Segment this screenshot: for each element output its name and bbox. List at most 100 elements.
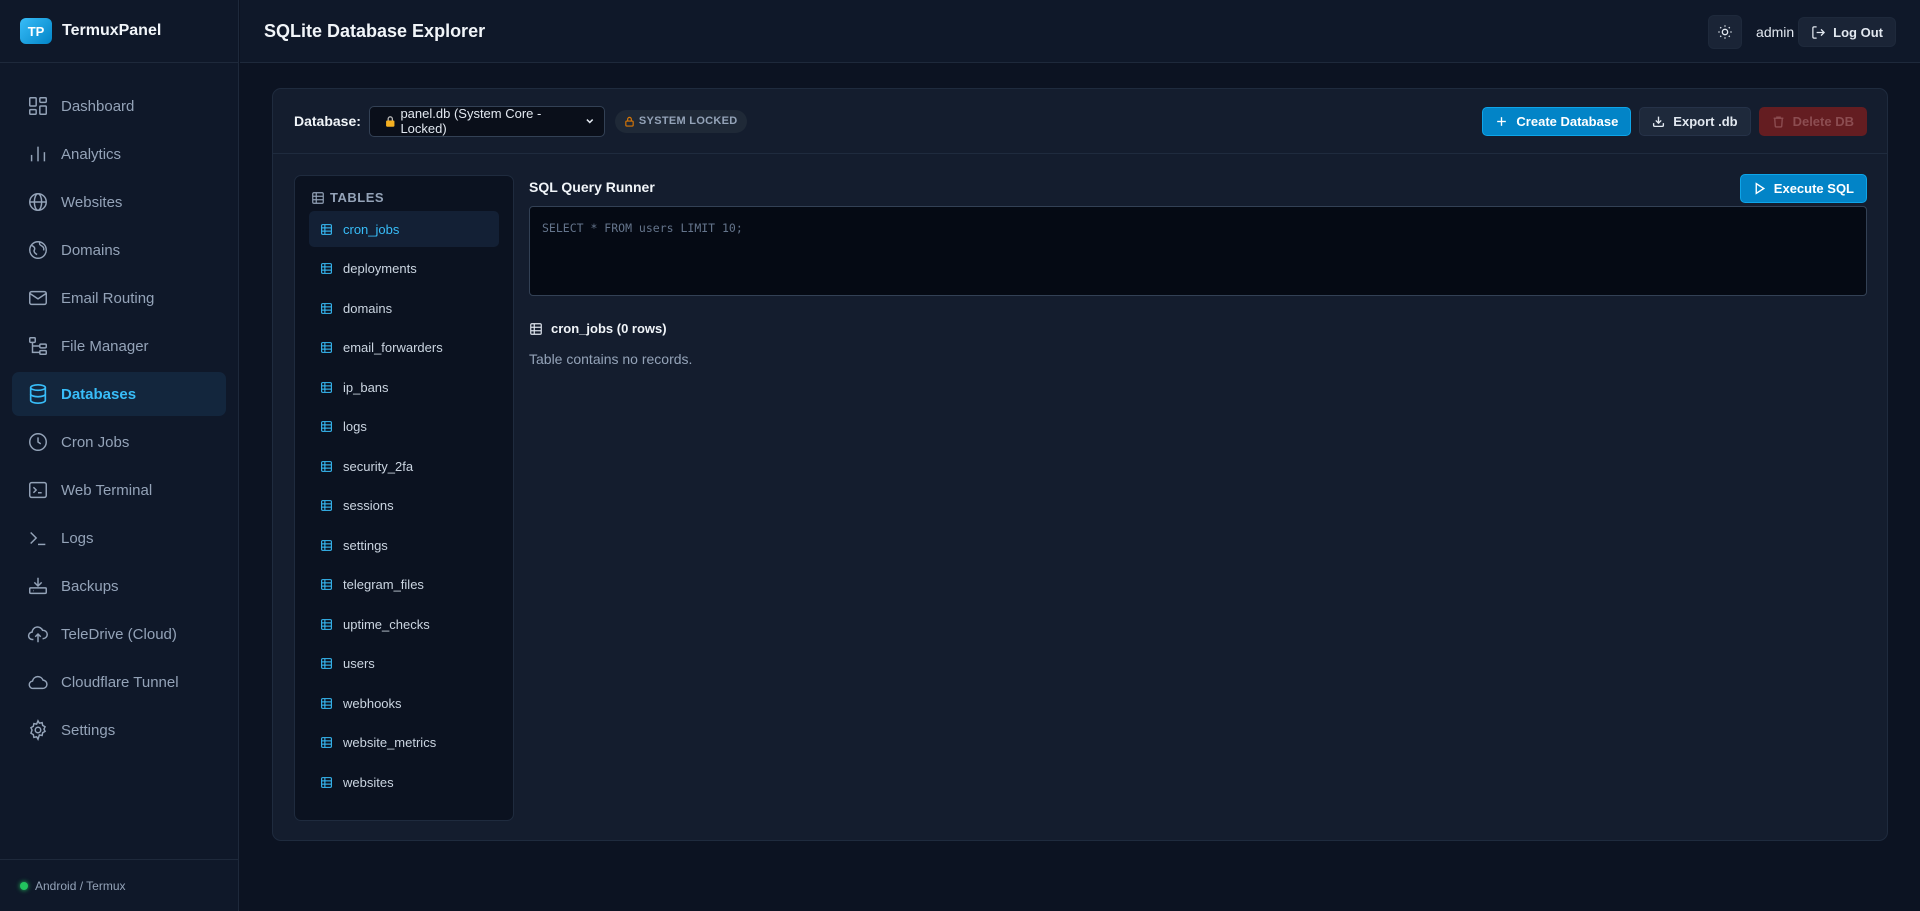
platform-status: Android / Termux (35, 878, 126, 893)
table-item-label: webhooks (343, 695, 402, 711)
execute-sql-label: Execute SQL (1773, 181, 1854, 196)
table-item-domains[interactable]: domains (309, 290, 499, 326)
table-item-websites[interactable]: websites (309, 764, 499, 800)
table-item-website-metrics[interactable]: website_metrics (309, 725, 499, 761)
lock-icon (386, 115, 395, 127)
sidebar-item-cloudflare-tunnel[interactable]: Cloudflare Tunnel (12, 660, 226, 704)
sidebar-item-cron-jobs[interactable]: Cron Jobs (12, 420, 226, 464)
table-item-ip-bans[interactable]: ip_bans (309, 369, 499, 405)
sidebar-item-databases[interactable]: Databases (12, 372, 226, 416)
table-item-label: deployments (343, 261, 417, 276)
table-icon (312, 191, 324, 204)
sidebar: TP TermuxPanel Dashboard Analytics Websi… (0, 0, 239, 911)
prompt-icon (30, 531, 46, 546)
result-title-label: cron_jobs (0 rows) (551, 321, 667, 336)
sidebar-item-email-routing[interactable]: Email Routing (12, 276, 226, 320)
backup-icon (29, 577, 47, 595)
plus-icon (1497, 117, 1507, 126)
cloud-upload-icon (27, 626, 48, 643)
database-select-value: panel.db (System Core - Locked) (400, 106, 542, 136)
brand[interactable]: TP TermuxPanel (0, 0, 238, 63)
table-item-cron-jobs[interactable]: cron_jobs (309, 211, 499, 247)
table-item-label: ip_bans (343, 379, 389, 395)
sidebar-item-label: Databases (61, 385, 137, 403)
table-item-logs[interactable]: logs (309, 409, 499, 445)
toolbar-actions: Create Database Export .db Delete DB (1474, 107, 1867, 136)
sidebar-item-label: Cron Jobs (61, 433, 130, 451)
table-item-webhooks[interactable]: webhooks (309, 685, 499, 721)
dashboard-icon (29, 97, 47, 115)
export-db-button[interactable]: Export .db (1639, 107, 1751, 136)
sidebar-item-domains[interactable]: Domains (12, 228, 226, 272)
create-database-label: Create Database (1516, 114, 1619, 129)
sidebar-item-settings[interactable]: Settings (12, 708, 226, 752)
globe-icon (29, 193, 47, 211)
table-icon (321, 658, 332, 669)
header-actions: admin Log Out (1708, 15, 1896, 49)
sidebar-item-label: Analytics (61, 145, 122, 163)
table-icon (530, 322, 542, 335)
sidebar-nav: Dashboard Analytics Websites Domains Ema… (0, 63, 238, 752)
delete-db-label: Delete DB (1792, 114, 1854, 129)
sidebar-item-websites[interactable]: Websites (12, 180, 226, 224)
table-item-email-forwarders[interactable]: email_forwarders (309, 330, 499, 366)
table-item-label: email_forwarders (343, 340, 443, 355)
brand-logo: TP (20, 18, 52, 44)
sidebar-item-web-terminal[interactable]: Web Terminal (12, 468, 226, 512)
table-item-label: cron_jobs (343, 221, 400, 237)
sidebar-item-label: Domains (61, 241, 121, 259)
tables-header-label: TABLES (330, 190, 385, 205)
query-runner-title: SQL Query Runner (529, 179, 655, 195)
sidebar-item-analytics[interactable]: Analytics (12, 132, 226, 176)
page-title: SQLite Database Explorer (264, 20, 486, 41)
table-icon (321, 500, 332, 511)
table-item-users[interactable]: users (309, 646, 499, 682)
table-item-deployments[interactable]: deployments (309, 251, 499, 287)
gear-icon (29, 719, 47, 741)
sidebar-item-file-manager[interactable]: File Manager (12, 324, 226, 368)
logout-icon (1812, 25, 1826, 39)
sidebar-footer: Android / Termux (0, 859, 238, 911)
table-item-uptime-checks[interactable]: uptime_checks (309, 606, 499, 642)
system-locked-badge: SYSTEM LOCKED (614, 109, 747, 133)
sidebar-item-label: Settings (61, 721, 116, 739)
sidebar-item-dashboard[interactable]: Dashboard (12, 84, 226, 128)
tables-header: TABLES (311, 190, 499, 205)
table-list: cron_jobs deployments domains email_forward… (309, 211, 499, 800)
table-icon (321, 381, 332, 393)
brand-name: TermuxPanel (62, 22, 162, 39)
chevron-down-icon (586, 119, 594, 124)
theme-toggle-button[interactable] (1708, 15, 1743, 49)
database-label: Database: (294, 113, 361, 129)
sidebar-item-teledrive[interactable]: TeleDrive (Cloud) (12, 612, 226, 656)
delete-db-button[interactable]: Delete DB (1758, 107, 1867, 136)
table-item-label: users (343, 656, 375, 671)
sql-query-input[interactable]: SELECT * FROM users LIMIT 10; (529, 206, 1867, 296)
create-database-button[interactable]: Create Database (1482, 107, 1632, 136)
table-item-label: settings (343, 537, 388, 553)
trash-icon (1773, 116, 1783, 128)
database-select[interactable]: panel.db (System Core - Locked) (368, 105, 605, 137)
execute-sql-button[interactable]: Execute SQL (1739, 174, 1867, 203)
logout-button[interactable]: Log Out (1798, 17, 1896, 47)
table-item-label: uptime_checks (343, 616, 430, 632)
table-item-telegram-files[interactable]: telegram_files (309, 567, 499, 603)
table-icon (321, 579, 332, 590)
export-db-label: Export .db (1673, 114, 1738, 129)
sidebar-item-logs[interactable]: Logs (12, 516, 226, 560)
table-item-settings[interactable]: settings (309, 527, 499, 563)
sidebar-item-label: Email Routing (61, 289, 155, 307)
result-title: cron_jobs (0 rows) (529, 321, 667, 336)
sun-icon (1718, 25, 1732, 39)
table-item-sessions[interactable]: sessions (309, 488, 499, 524)
table-icon (321, 539, 332, 551)
sidebar-item-label: Logs (61, 529, 94, 547)
table-item-label: sessions (343, 498, 394, 513)
table-icon (321, 342, 332, 353)
mail-icon (29, 290, 47, 306)
sidebar-item-label: Websites (61, 193, 123, 211)
top-header: SQLite Database Explorer admin Log Out (240, 0, 1920, 63)
table-item-security-2fa[interactable]: security_2fa (309, 448, 499, 484)
logout-label: Log Out (1833, 24, 1883, 40)
sidebar-item-backups[interactable]: Backups (12, 564, 226, 608)
